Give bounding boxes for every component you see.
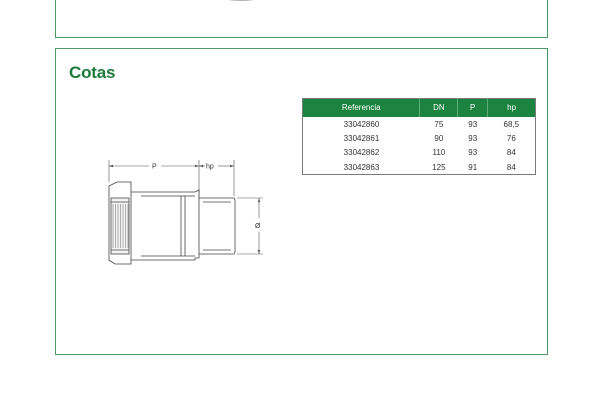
table-row: 33042863 125 91 84 [303,160,536,175]
knurl-pattern [112,204,129,248]
cell-p: 93 [468,148,478,158]
col-header-referencia: Referencia [302,98,420,117]
partial-drawing-arc [228,0,254,1]
cell-dn: 110 [432,148,446,158]
cell-hp: 84 [506,148,516,158]
cell-p: 93 [468,120,478,130]
table-row: 33042860 75 93 68,5 [303,117,536,132]
cotas-panel: Cotas Referencia DN P hp 33042860 75 93 … [55,48,548,355]
dim-label-p: P [152,164,157,171]
cell-dn: 90 [434,133,444,143]
cell-hp: 84 [506,162,516,172]
cell-hp: 76 [506,133,516,143]
cell-referencia: 33042860 [343,120,380,130]
table-row: 33042861 90 93 76 [303,131,536,146]
top-panel [55,0,548,38]
cell-hp: 68,5 [503,120,520,130]
cell-p: 93 [468,133,478,143]
col-header-p: P [457,98,488,117]
cell-referencia: 33042862 [343,148,380,158]
dim-label-hp: hp [206,164,214,171]
cell-dn: 125 [432,162,446,172]
cell-referencia: 33042861 [343,133,380,143]
col-header-dn: DN [419,98,458,117]
technical-drawing: P hp Ø [108,160,263,265]
reference-table: Referencia DN P hp 33042860 75 93 68,5 3… [302,98,536,175]
table-header-row: Referencia DN P hp [302,98,536,117]
cell-referencia: 33042863 [343,162,380,172]
col-header-hp: hp [487,98,536,117]
cell-dn: 75 [434,120,444,130]
dim-label-diameter: Ø [255,223,261,230]
section-title: Cotas [69,63,116,82]
cell-p: 91 [468,162,478,172]
table-row: 33042862 110 93 84 [303,146,536,161]
